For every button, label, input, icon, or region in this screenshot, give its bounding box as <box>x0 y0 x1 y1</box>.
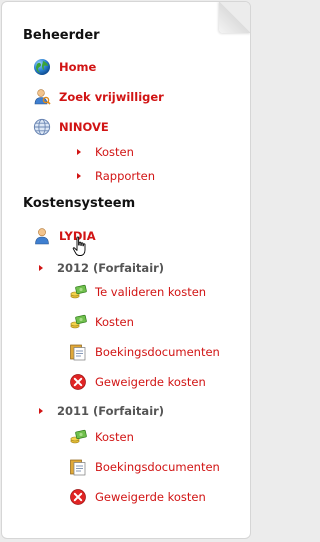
nav-label-zoek-vrijwilliger: Zoek vrijwilliger <box>59 90 164 104</box>
section-heading-beheerder: Beheerder <box>23 28 100 43</box>
cancel-icon <box>70 489 86 505</box>
arrow-right-icon <box>77 173 81 179</box>
nav-label-ninove: NINOVE <box>59 120 109 134</box>
year-label-2012: 2012 (Forfaitair) <box>57 261 165 275</box>
nav-label-2011-kosten: Kosten <box>95 430 134 444</box>
nav-label-2012-geweigerde-kosten: Geweigerde kosten <box>95 375 206 389</box>
nav-item-2012-boekingsdocumenten[interactable]: Boekingsdocumenten <box>69 342 220 362</box>
nav-item-2012-geweigerde-kosten[interactable]: Geweigerde kosten <box>69 372 206 392</box>
nav-label-2012-te-valideren-kosten: Te valideren kosten <box>95 285 207 299</box>
cancel-icon <box>70 374 86 390</box>
nav-label-ninove-rapporten: Rapporten <box>95 169 156 183</box>
nav-item-2011-kosten[interactable]: Kosten <box>69 427 134 447</box>
nav-item-2012-kosten[interactable]: Kosten <box>69 312 134 332</box>
nav-label-home: Home <box>59 60 97 74</box>
year-toggle-2011[interactable]: 2011 (Forfaitair) <box>39 401 164 421</box>
nav-item-2011-geweigerde-kosten[interactable]: Geweigerde kosten <box>69 487 206 507</box>
arrow-right-icon <box>39 408 43 414</box>
nav-label-2011-boekingsdocumenten: Boekingsdocumenten <box>95 460 220 474</box>
document-icon <box>70 459 86 476</box>
user-search-icon <box>34 89 51 105</box>
money-icon <box>70 314 87 329</box>
money-icon <box>70 284 87 299</box>
hand-cursor-icon <box>72 236 86 256</box>
section-heading-kostensysteem: Kostensysteem <box>23 196 136 211</box>
arrow-right-icon <box>39 265 43 271</box>
nav-label-2012-kosten: Kosten <box>95 315 134 329</box>
network-globe-icon <box>33 118 51 136</box>
arrow-right-icon <box>77 149 81 155</box>
nav-label-ninove-kosten: Kosten <box>95 145 134 159</box>
page-fold-corner <box>219 2 250 33</box>
nav-label-2011-geweigerde-kosten: Geweigerde kosten <box>95 490 206 504</box>
nav-subitem-ninove-kosten[interactable]: Kosten <box>77 142 134 162</box>
nav-item-2011-boekingsdocumenten[interactable]: Boekingsdocumenten <box>69 457 220 477</box>
globe-icon <box>34 59 50 75</box>
nav-item-ninove[interactable]: NINOVE <box>33 117 109 137</box>
nav-item-2012-te-valideren-kosten[interactable]: Te valideren kosten <box>69 282 206 302</box>
nav-item-home[interactable]: Home <box>33 57 96 77</box>
document-icon <box>70 344 86 361</box>
user-icon <box>35 228 49 245</box>
money-icon <box>70 429 87 444</box>
nav-label-2012-boekingsdocumenten: Boekingsdocumenten <box>95 345 220 359</box>
sidebar-panel: Beheerder Home Zoek vrijwilliger NINOVE … <box>1 1 251 539</box>
nav-subitem-ninove-rapporten[interactable]: Rapporten <box>77 166 155 186</box>
year-toggle-2012[interactable]: 2012 (Forfaitair) <box>39 258 164 278</box>
nav-item-zoek-vrijwilliger[interactable]: Zoek vrijwilliger <box>33 87 164 107</box>
year-label-2011: 2011 (Forfaitair) <box>57 404 165 418</box>
